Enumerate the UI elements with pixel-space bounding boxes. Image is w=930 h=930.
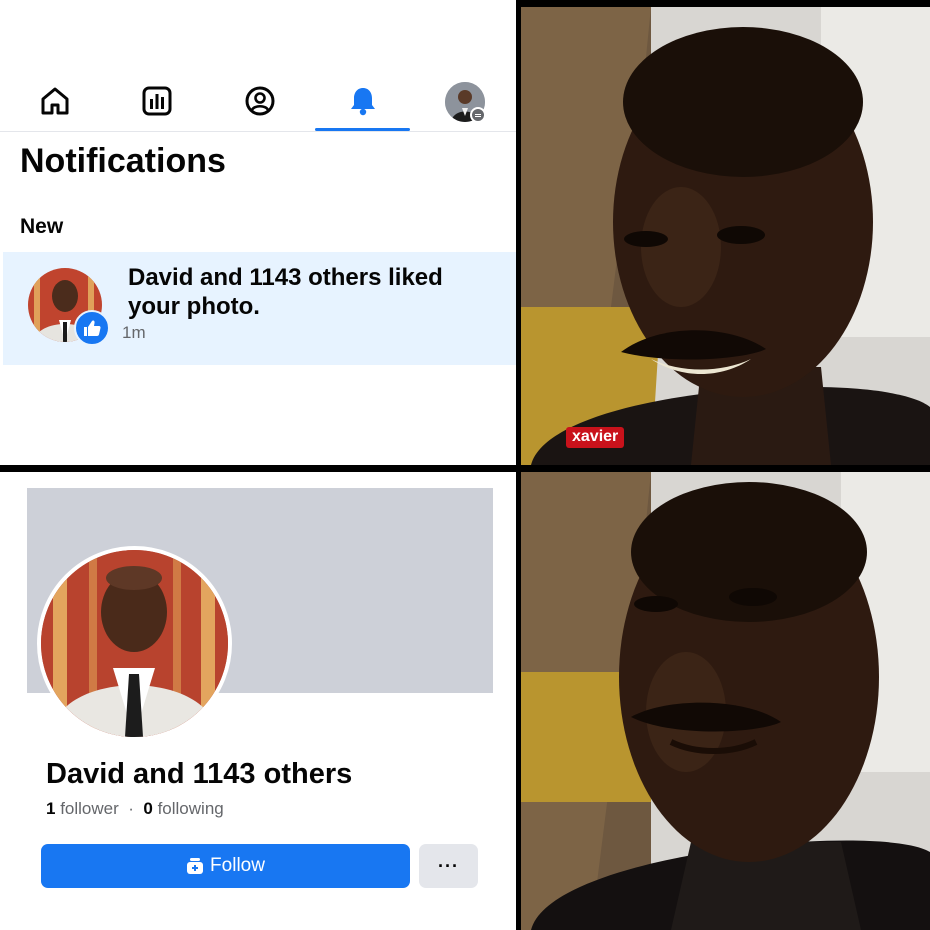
nav-profile[interactable]	[212, 70, 307, 132]
profile-picture[interactable]	[37, 546, 232, 741]
thumbs-up-icon	[84, 320, 101, 336]
smiling-man-image	[521, 7, 930, 465]
follow-button-label: Follow	[210, 855, 265, 876]
menu-badge-icon[interactable]	[470, 107, 486, 123]
follow-button[interactable]: Follow	[41, 844, 410, 888]
followers-label[interactable]: follower	[60, 799, 119, 818]
section-label-new: New	[20, 215, 64, 238]
nav-dashboard[interactable]	[109, 70, 204, 132]
following-count: 0	[143, 799, 153, 818]
disappointed-man-image	[521, 472, 930, 930]
profile-icon	[245, 86, 274, 116]
profile-name: David and 1143 others	[46, 758, 353, 790]
like-badge	[74, 310, 110, 346]
following-label[interactable]: following	[158, 799, 224, 818]
nav-notifications[interactable]	[315, 70, 410, 132]
reaction-photo-disappointed	[521, 472, 930, 930]
notification-text: David and 1143 others liked your photo.	[128, 264, 443, 320]
dashboard-icon	[142, 86, 171, 116]
reaction-photo-happy: xavier	[521, 7, 930, 465]
add-friend-icon	[187, 858, 204, 874]
top-nav-bar	[0, 70, 516, 132]
nav-home[interactable]	[7, 70, 102, 132]
notification-timestamp: 1m	[122, 323, 146, 342]
more-options-button[interactable]: ···	[419, 844, 478, 888]
profile-panel: David and 1143 others 1 follower · 0 fol…	[0, 472, 516, 930]
watermark-label: xavier	[566, 427, 625, 448]
bell-icon	[350, 88, 375, 116]
profile-stats: 1 follower · 0 following	[46, 799, 224, 819]
active-tab-indicator	[315, 128, 410, 131]
notifications-panel: Notifications New David and 1143 others …	[0, 0, 516, 465]
followers-count: 1	[46, 799, 56, 818]
stats-separator: ·	[128, 799, 134, 818]
home-icon	[41, 87, 68, 115]
page-title: Notifications	[20, 142, 226, 180]
